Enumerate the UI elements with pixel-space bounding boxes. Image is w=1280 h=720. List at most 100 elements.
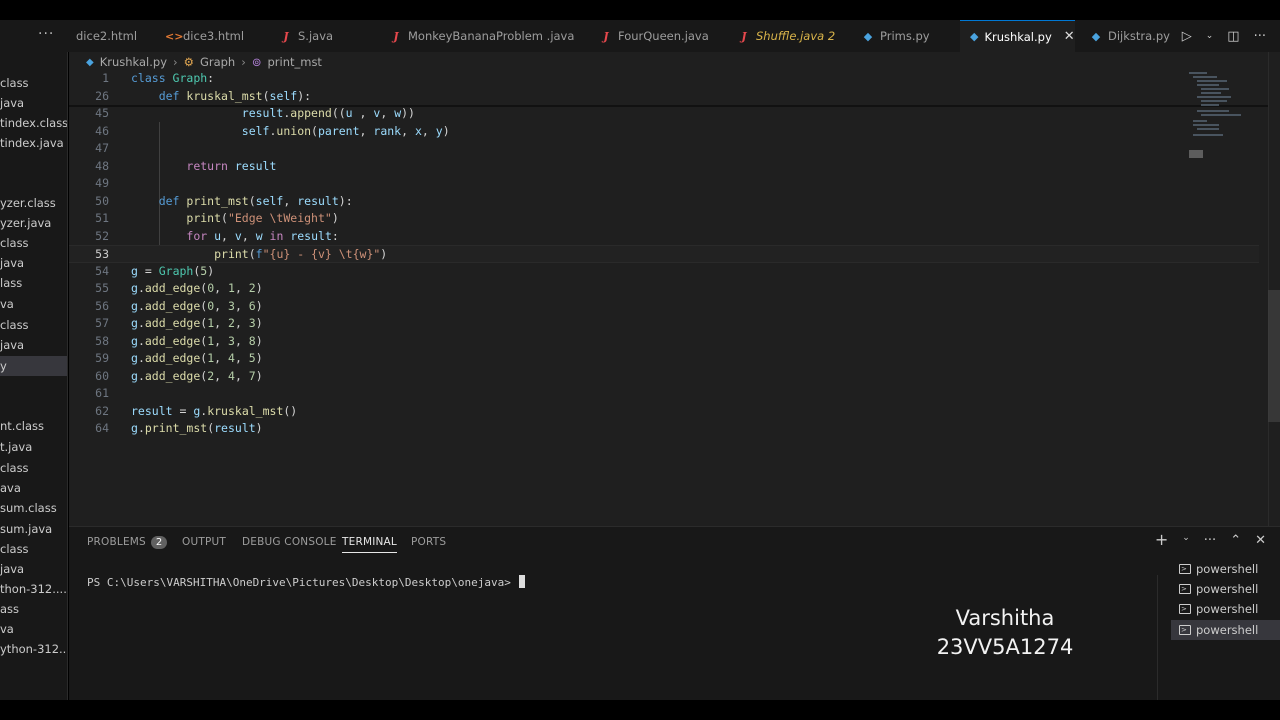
breadcrumb-method[interactable]: print_mst bbox=[267, 55, 321, 69]
code-token: kruskal_mst bbox=[207, 403, 284, 418]
terminal-icon: > bbox=[1179, 625, 1191, 635]
tab-dice2-html[interactable]: dice2.html bbox=[66, 20, 147, 52]
explorer-item[interactable]: java bbox=[0, 559, 24, 579]
explorer-item[interactable]: sum.java bbox=[0, 519, 52, 539]
explorer-item[interactable]: va bbox=[0, 619, 14, 639]
explorer-item[interactable]: yzer.java bbox=[0, 213, 51, 233]
explorer-item[interactable]: class bbox=[0, 539, 29, 559]
code-line[interactable]: 45 result.append((u , v, w)) bbox=[69, 105, 1259, 123]
close-tab-icon[interactable]: ✕ bbox=[1064, 29, 1075, 44]
terminal-prompt[interactable]: PS C:\Users\VARSHITHA\OneDrive\Pictures\… bbox=[87, 575, 526, 589]
code-line[interactable]: 61 bbox=[69, 385, 1259, 403]
code-line[interactable]: 49 bbox=[69, 175, 1259, 193]
code-line[interactable]: 26 def kruskal_mst(self): bbox=[69, 88, 1259, 106]
explorer-item[interactable]: t.java bbox=[0, 437, 32, 457]
tab-monkeybanana-java[interactable]: J MonkeyBananaProblem .java bbox=[380, 20, 584, 52]
minimap[interactable] bbox=[1185, 70, 1245, 170]
line-number: 51 bbox=[95, 211, 109, 225]
explorer-item[interactable]: lass bbox=[0, 273, 22, 293]
close-panel-icon[interactable]: ✕ bbox=[1255, 533, 1266, 548]
explorer-item[interactable]: tindex.java bbox=[0, 133, 64, 153]
breadcrumb-class[interactable]: Graph bbox=[200, 55, 235, 69]
tab-fourqueen-java[interactable]: J FourQueen.java bbox=[590, 20, 719, 52]
explorer-item[interactable]: y bbox=[0, 356, 67, 376]
maximize-panel-icon[interactable]: ⌃ bbox=[1230, 533, 1241, 548]
chevron-right-icon: › bbox=[241, 55, 246, 69]
explorer-item[interactable]: thon-312.... bbox=[0, 579, 67, 599]
chevron-down-icon[interactable]: ⌄ bbox=[1182, 533, 1190, 548]
run-icon[interactable]: ▷ bbox=[1182, 29, 1192, 44]
explorer-item[interactable]: ava bbox=[0, 478, 21, 498]
explorer-item[interactable]: tindex.class bbox=[0, 113, 67, 133]
breadcrumb-file[interactable]: Krushkal.py bbox=[100, 55, 167, 69]
explorer-item[interactable]: yzer.class bbox=[0, 193, 56, 213]
code-line[interactable]: 52 for u, v, w in result: bbox=[69, 228, 1259, 246]
top-black-bar bbox=[0, 0, 1280, 20]
code-line[interactable]: 59 g.add_edge(1, 4, 5) bbox=[69, 350, 1259, 368]
code-token: ( bbox=[248, 247, 256, 261]
tab-ports[interactable]: PORTS bbox=[411, 536, 446, 548]
tab-prims-py[interactable]: ◆ Prims.py bbox=[852, 20, 940, 52]
code-token: , bbox=[352, 106, 374, 120]
code-line[interactable]: 53 print(f"{u} - {v} \t{w}") bbox=[69, 245, 1259, 263]
code-line[interactable]: 62 result = g.kruskal_mst() bbox=[69, 403, 1259, 421]
tab-problems[interactable]: PROBLEMS 2 bbox=[87, 536, 168, 549]
tab-shuffle-java[interactable]: J Shuffle.java 2 bbox=[728, 20, 845, 52]
code-line[interactable]: 47 bbox=[69, 140, 1259, 158]
code-token: self bbox=[255, 193, 284, 208]
java-file-icon: J bbox=[603, 29, 609, 43]
code-line[interactable]: 58 g.add_edge(1, 3, 8) bbox=[69, 333, 1259, 351]
chevron-down-icon[interactable]: ⌄ bbox=[1206, 31, 1214, 41]
explorer-item[interactable]: ass bbox=[0, 599, 19, 619]
code-line[interactable]: 54 g = Graph(5) bbox=[69, 263, 1259, 281]
editor-scrollbar[interactable] bbox=[1268, 290, 1280, 422]
code-line[interactable]: 60 g.add_edge(2, 4, 7) bbox=[69, 368, 1259, 386]
code-line[interactable]: 55 g.add_edge(0, 1, 2) bbox=[69, 280, 1259, 298]
tab-debug-console[interactable]: DEBUG CONSOLE bbox=[242, 536, 337, 548]
explorer-item[interactable]: va bbox=[0, 294, 14, 314]
explorer-item[interactable]: ython-312.... bbox=[0, 639, 67, 659]
split-editor-icon[interactable]: ◫ bbox=[1227, 29, 1239, 44]
explorer-item[interactable]: class bbox=[0, 233, 29, 253]
python-file-icon: ◆ bbox=[970, 30, 979, 43]
code-token: ) bbox=[255, 421, 263, 435]
explorer-sidebar: class java tindex.class tindex.java yzer.cla… bbox=[0, 52, 68, 700]
code-line[interactable]: 1 class Graph: bbox=[69, 70, 1259, 88]
tab-s-java[interactable]: J S.java bbox=[270, 20, 343, 52]
explorer-item[interactable]: class bbox=[0, 458, 29, 478]
explorer-item[interactable]: class bbox=[0, 315, 29, 335]
explorer-item[interactable]: java bbox=[0, 93, 24, 113]
code-line[interactable]: 46 self.union(parent, rank, x, y) bbox=[69, 123, 1259, 141]
explorer-item[interactable]: java bbox=[0, 253, 24, 273]
code-line[interactable]: 57 g.add_edge(1, 2, 3) bbox=[69, 315, 1259, 333]
more-actions-icon[interactable]: ··· bbox=[1204, 533, 1216, 548]
code-line[interactable]: 56 g.add_edge(0, 3, 6) bbox=[69, 298, 1259, 316]
code-editor[interactable]: 1 class Graph: 26 def kruskal_mst(self): 45… bbox=[69, 70, 1269, 525]
terminal-instance[interactable]: > powershell bbox=[1179, 579, 1279, 599]
terminal-instance[interactable]: > powershell bbox=[1179, 599, 1279, 619]
terminal-instance-active[interactable]: > powershell bbox=[1171, 620, 1280, 640]
code-line[interactable]: 48 return result bbox=[69, 158, 1259, 176]
new-terminal-icon[interactable]: + bbox=[1155, 532, 1168, 548]
tab-terminal[interactable]: TERMINAL bbox=[342, 536, 397, 553]
more-actions-icon[interactable]: ··· bbox=[1254, 29, 1266, 44]
code-token: . bbox=[137, 421, 145, 435]
code-token: 4 bbox=[228, 368, 235, 383]
code-token: g bbox=[131, 263, 138, 278]
terminal-instance[interactable]: > powershell bbox=[1179, 559, 1279, 579]
tab-output[interactable]: OUTPUT bbox=[182, 536, 226, 548]
line-number: 47 bbox=[95, 141, 109, 155]
code-line[interactable]: 64 g.print_mst(result) bbox=[69, 420, 1259, 438]
explorer-item[interactable]: sum.class bbox=[0, 498, 57, 518]
explorer-item[interactable]: java bbox=[0, 335, 24, 355]
tab-krushkal-py[interactable]: ◆ Krushkal.py ✕ bbox=[960, 20, 1075, 52]
tab-dijkstra-py[interactable]: ◆ Dijkstra.py bbox=[1080, 20, 1180, 52]
more-tabs-icon[interactable]: ··· bbox=[38, 26, 54, 42]
code-line[interactable]: 51 print("Edge \tWeight") bbox=[69, 210, 1259, 228]
tab-dice3-html[interactable]: <> dice3.html bbox=[155, 20, 254, 52]
explorer-item[interactable]: nt.class bbox=[0, 416, 44, 436]
terminal-label: powershell bbox=[1196, 562, 1259, 576]
explorer-item[interactable]: class bbox=[0, 73, 29, 93]
code-line[interactable]: 50 def print_mst(self, result): bbox=[69, 193, 1259, 211]
